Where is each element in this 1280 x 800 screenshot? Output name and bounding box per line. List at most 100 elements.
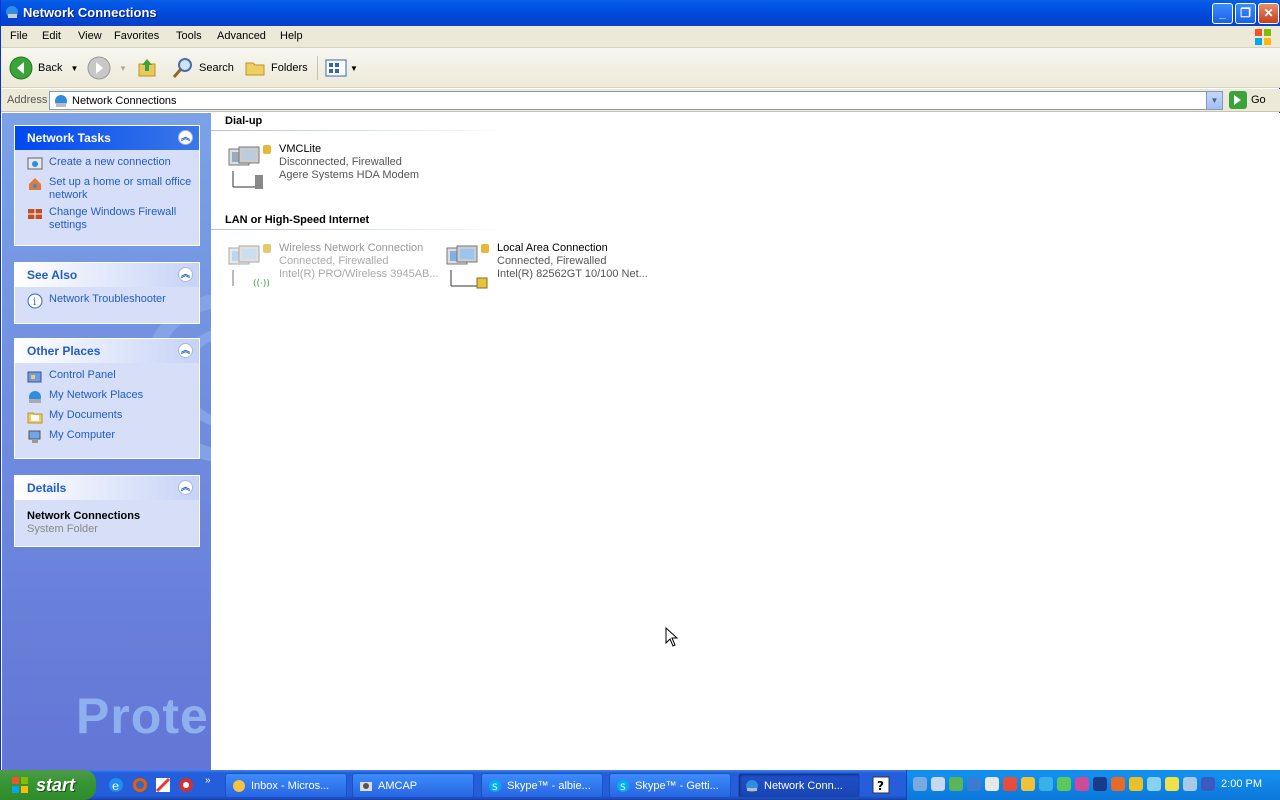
dialup-connection-icon [225,143,275,191]
tray-app-icon[interactable] [1129,777,1143,791]
details-header[interactable]: Details ︽ [15,476,199,500]
taskbar-item-skype-2[interactable]: S Skype™ - Getti... [609,773,731,798]
up-folder-button[interactable] [137,56,159,80]
explorer-window: Network Connections _ ❐ ✕ File Edit View… [0,0,1280,770]
connection-status: Disconnected, Firewalled [279,156,402,168]
firefox-icon[interactable] [132,777,148,793]
toolbar: Back ▼ ▼ Search Folders ▼ [1,48,1280,88]
help-icon[interactable]: ? [872,776,890,794]
menu-help[interactable]: Help [280,30,303,42]
tray-monitor-icon[interactable] [931,777,945,791]
start-label: start [36,774,76,795]
menu-advanced[interactable]: Advanced [217,30,266,42]
menu-tools[interactable]: Tools [176,30,202,42]
taskbar-item-network-connections[interactable]: Network Conn... [738,773,860,798]
menu-view[interactable]: View [78,30,102,42]
app-icon[interactable] [178,777,194,793]
group-lan-header: LAN or High-Speed Internet [225,214,370,226]
menu-file[interactable]: File [10,30,28,42]
home-network-link[interactable]: Set up a home or small office network [27,176,199,202]
task-label: Set up a home or small office network [49,176,192,201]
skype-icon: S [489,779,501,793]
content-area: Dial-up VMCLite Disconnected, Firewalled… [211,113,1280,770]
tray-security-icon[interactable] [1003,777,1017,791]
svg-text:S: S [620,783,626,793]
tray-app-icon[interactable] [1147,777,1161,791]
network-tasks-header[interactable]: Network Tasks ︽ [15,126,199,150]
restore-button[interactable]: ❐ [1235,3,1256,24]
go-arrow-icon [1229,91,1247,109]
outlook-icon [233,779,245,792]
clock[interactable]: 2:00 PM [1221,778,1262,790]
other-places-header[interactable]: Other Places ︽ [15,339,199,363]
chevron-down-icon[interactable]: ▼ [70,64,78,73]
home-network-icon [29,178,41,190]
go-button[interactable]: Go [1229,91,1266,109]
paint-icon[interactable] [155,777,171,793]
chevron-down-icon[interactable]: ▼ [119,64,127,73]
address-input[interactable]: Network Connections ▼ [49,91,1223,110]
tray-app-icon[interactable] [1075,777,1089,791]
panel-title: See Also [27,268,78,282]
task-label: My Network Places [49,389,144,401]
control-panel-link[interactable]: Control Panel [27,369,199,385]
tray-app-icon[interactable] [1201,777,1215,791]
tray-app-icon[interactable] [1093,777,1107,791]
minimize-button[interactable]: _ [1212,3,1233,24]
back-button[interactable]: Back ▼ [9,56,78,80]
tray-mail-icon[interactable] [985,777,999,791]
forward-button[interactable]: ▼ [87,56,127,80]
tray-network-icon[interactable] [913,777,927,791]
network-troubleshooter-link[interactable]: i Network Troubleshooter [27,293,199,309]
firewall-icon [28,209,42,219]
taskbar-item-amcap[interactable]: AMCAP [352,773,474,798]
chevron-down-icon[interactable]: ▼ [1206,92,1222,109]
title-bar[interactable]: Network Connections _ ❐ ✕ [1,0,1280,26]
menu-edit[interactable]: Edit [42,30,61,42]
views-button[interactable]: ▼ [325,56,358,80]
taskbar-item-inbox[interactable]: Inbox - Micros... [225,773,347,798]
folders-button[interactable]: Folders [244,56,308,80]
collapse-icon[interactable]: ︽ [178,267,193,282]
collapse-icon[interactable]: ︽ [178,343,193,358]
my-documents-link[interactable]: My Documents [27,409,199,425]
search-button[interactable]: Search [172,56,234,80]
firewall-settings-link[interactable]: Change Windows Firewall settings [27,206,199,232]
skype-icon: S [617,779,629,793]
collapse-icon[interactable]: ︽ [178,130,193,145]
create-connection-link[interactable]: Create a new connection [27,156,199,172]
connection-wireless[interactable]: ((·)) Wireless Network Connection Connec… [225,242,439,290]
network-places-icon [29,391,41,403]
other-places-panel: Other Places ︽ Control Panel My Network … [14,338,200,459]
tray-shield-icon[interactable] [1021,777,1035,791]
search-icon [172,58,192,78]
tray-skype-icon[interactable] [1039,777,1053,791]
details-type: System Folder [27,523,98,535]
start-button[interactable]: start [0,770,96,800]
tray-volume-icon[interactable] [1183,777,1197,791]
tray-app-icon[interactable] [1057,777,1071,791]
connection-local-area[interactable]: Local Area Connection Connected, Firewal… [443,242,648,290]
my-network-places-link[interactable]: My Network Places [27,389,199,405]
see-also-header[interactable]: See Also ︽ [15,263,199,287]
collapse-icon[interactable]: ︽ [178,480,193,495]
task-label: My Computer [49,429,116,441]
chevron-right-icon[interactable]: » [205,775,211,786]
tray-app-icon[interactable] [949,777,963,791]
connection-vmclite[interactable]: VMCLite Disconnected, Firewalled Agere S… [225,143,419,191]
panel-title: Other Places [27,344,101,358]
menu-favorites[interactable]: Favorites [114,30,159,42]
taskbar-item-skype-1[interactable]: S Skype™ - albie... [481,773,603,798]
tray-app-icon[interactable] [1111,777,1125,791]
windows-logo-icon [1255,29,1271,45]
connection-device: Intel(R) 82562GT 10/100 Net... [497,268,648,280]
close-button[interactable]: ✕ [1258,3,1279,24]
chevron-down-icon[interactable]: ▼ [350,64,358,73]
watermark-text: Prote [76,688,209,744]
tray-wireless-icon[interactable] [967,777,981,791]
my-computer-link[interactable]: My Computer [27,429,199,445]
tray-app-icon[interactable] [1165,777,1179,791]
internet-explorer-icon[interactable]: e [108,777,124,793]
up-folder-icon [138,59,156,77]
folders-icon [245,62,265,76]
